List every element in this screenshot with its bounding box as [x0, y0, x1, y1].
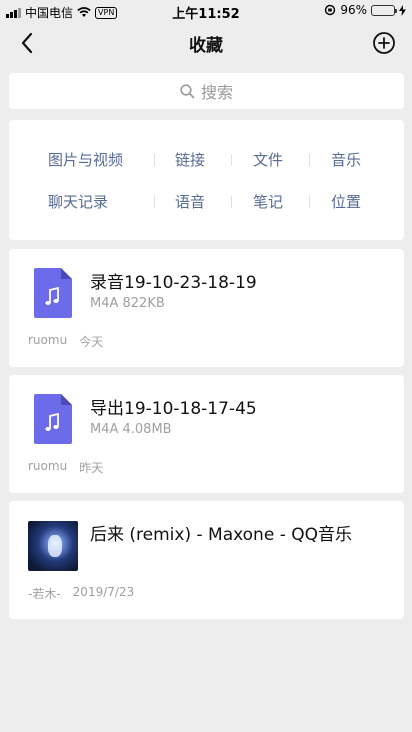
- category-chat-history[interactable]: 聊天记录: [48, 191, 108, 212]
- category-notes[interactable]: 笔记: [253, 191, 283, 212]
- favorite-item[interactable]: 后来 (remix) - Maxone - QQ音乐 -若木- 2019/7/2…: [9, 501, 404, 619]
- item-subtitle: M4A 4.08MB: [90, 422, 172, 437]
- divider: [309, 196, 310, 208]
- plus-circle-icon: [373, 32, 395, 54]
- divider: [231, 196, 232, 208]
- orientation-lock-icon: [325, 4, 336, 16]
- status-right: 96%: [324, 3, 406, 17]
- item-date: 2019/7/23: [72, 585, 135, 599]
- item-meta: ruomu 今天: [28, 333, 103, 350]
- category-photos-videos[interactable]: 图片与视频: [48, 149, 123, 170]
- item-date: 昨天: [79, 461, 104, 475]
- category-panel: 图片与视频 链接 文件 音乐 聊天记录 语音 笔记 位置: [9, 120, 404, 240]
- page-title: 收藏: [189, 36, 223, 56]
- divider: [154, 196, 155, 208]
- item-title: 导出19-10-18-17-45: [90, 399, 257, 419]
- album-art-figure: [48, 535, 62, 557]
- item-source: -若木-: [28, 587, 61, 601]
- search-icon: [180, 83, 195, 98]
- battery-icon: [371, 4, 397, 16]
- category-files[interactable]: 文件: [253, 149, 283, 170]
- item-title: 录音19-10-23-18-19: [90, 273, 257, 293]
- category-links[interactable]: 链接: [175, 149, 205, 170]
- category-voice[interactable]: 语音: [175, 191, 205, 212]
- category-music[interactable]: 音乐: [331, 149, 361, 170]
- search-placeholder: 搜索: [200, 83, 233, 102]
- category-row: 聊天记录 语音 笔记 位置: [9, 191, 404, 213]
- divider: [309, 154, 310, 166]
- divider: [154, 154, 155, 166]
- nav-bar: 收藏: [0, 22, 412, 64]
- search-input[interactable]: 搜索: [9, 73, 404, 109]
- add-button[interactable]: [372, 31, 396, 55]
- music-file-icon: [34, 268, 72, 318]
- category-row: 图片与视频 链接 文件 音乐: [9, 149, 404, 171]
- item-meta: -若木- 2019/7/23: [28, 585, 134, 602]
- divider: [231, 154, 232, 166]
- category-location[interactable]: 位置: [331, 191, 361, 212]
- item-date: 今天: [79, 335, 104, 349]
- item-meta: ruomu 昨天: [28, 459, 103, 476]
- battery-percent: 96%: [340, 3, 367, 17]
- music-file-icon: [34, 394, 72, 444]
- item-subtitle: M4A 822KB: [90, 296, 165, 311]
- item-source: ruomu: [28, 333, 68, 347]
- item-title: 后来 (remix) - Maxone - QQ音乐: [90, 525, 352, 545]
- album-thumbnail: [28, 521, 78, 571]
- item-source: ruomu: [28, 459, 68, 473]
- favorite-item[interactable]: 导出19-10-18-17-45 M4A 4.08MB ruomu 昨天: [9, 375, 404, 493]
- charging-bolt-icon: [399, 4, 406, 16]
- status-bar: 中国电信 VPN 上午11:52 96%: [0, 0, 412, 22]
- favorite-item[interactable]: 录音19-10-23-18-19 M4A 822KB ruomu 今天: [9, 249, 404, 367]
